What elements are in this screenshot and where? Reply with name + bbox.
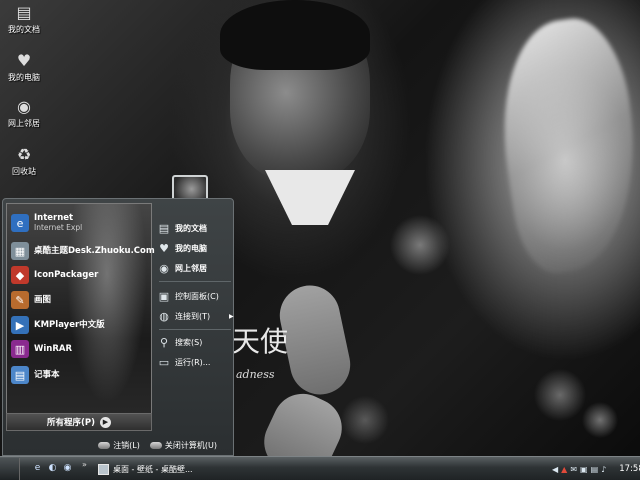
internet-explorer-icon: e (11, 214, 29, 232)
desktop-icon-label: 我的文档 (8, 25, 40, 34)
quick-launch: e ◐ ◉ (32, 462, 73, 473)
menu-item-label: 控制面板(C) (175, 291, 219, 301)
wallpaper-subtext: adness (236, 368, 275, 381)
program-iconpackager[interactable]: ◆ IconPackager (11, 264, 151, 286)
wallpaper-hair (220, 0, 370, 70)
desktop-icon-network[interactable]: ◉ 网上邻居 (0, 96, 48, 138)
run-icon: ▭ (158, 355, 170, 369)
arrow-icon[interactable]: ◀ (552, 464, 558, 474)
program-winrar[interactable]: ▥ WinRAR (11, 338, 151, 360)
documents-icon: ▤ (158, 221, 170, 235)
menu-item-label: 连接到(T) (175, 311, 211, 321)
logoff-label: 注销(L) (113, 440, 140, 450)
desktop-icon-label: 我的电脑 (8, 73, 40, 82)
quick-launch-more-button[interactable]: » (82, 460, 87, 469)
desktop-icon-label: 回收站 (12, 167, 36, 176)
winrar-icon: ▥ (11, 340, 29, 358)
menu-item-my-documents[interactable]: ▤ 我的文档 (157, 219, 235, 237)
program-zhuoku[interactable]: ▦ 桌酷主题Desk.Zhuoku.Com (11, 240, 155, 262)
menu-item-label: 搜索(S) (175, 337, 203, 347)
program-subtitle: Internet Expl (34, 223, 83, 232)
network-icon: ◉ (159, 261, 169, 275)
paint-icon: ✎ (11, 291, 29, 309)
chat-icon[interactable]: ✉ (570, 464, 577, 474)
program-name: Internet (34, 213, 74, 223)
logoff-button[interactable]: 注销(L) (98, 440, 140, 451)
window-icon (98, 463, 109, 475)
power-icon (149, 441, 162, 449)
shield-icon[interactable]: ▲ (561, 464, 567, 474)
start-menu: e Internet Internet Expl ▦ 桌酷主题Desk.Zhuo… (2, 198, 234, 456)
program-name: KMPlayer中文版 (34, 320, 105, 330)
start-menu-places-pane: ▤ 我的文档 ♥ 我的电脑 ◉ 网上邻居 ▣ 控制面板(C) ◍ 连接到(T) … (155, 203, 235, 429)
program-name: 桌酷主题Desk.Zhuoku.Com (34, 246, 155, 256)
menu-item-connect-to[interactable]: ◍ 连接到(T) ▶ (157, 307, 235, 325)
notepad-icon: ▤ (11, 366, 29, 384)
computer-icon: ♥ (16, 50, 32, 70)
menu-item-label: 运行(R)... (175, 357, 211, 367)
arrow-right-icon: ▶ (100, 416, 111, 428)
program-name: 记事本 (34, 370, 60, 380)
menu-item-search[interactable]: ⚲ 搜索(S) (157, 333, 235, 351)
program-notepad[interactable]: ▤ 记事本 (11, 364, 151, 386)
desktop-icon[interactable]: ◐ (47, 462, 58, 473)
control-panel-icon: ▣ (158, 289, 170, 303)
program-name: 画图 (34, 295, 52, 305)
connect-icon: ◍ (159, 309, 169, 323)
system-tray: ◀ ▲ ✉ ▣ ▤ ♪ 17:58 (548, 459, 640, 479)
menu-item-run[interactable]: ▭ 运行(R)... (157, 353, 235, 371)
documents-icon: ▤ (16, 2, 32, 22)
wallpaper-figure (210, 0, 400, 230)
clock[interactable]: 17:58 (619, 464, 640, 474)
menu-separator (159, 281, 231, 282)
wallpaper-head (230, 5, 370, 180)
program-paint[interactable]: ✎ 画图 (11, 289, 151, 311)
volume-icon[interactable]: ▤ (591, 464, 599, 474)
taskbar-window-label: 桌面 - 壁纸 - 桌酷壁... (113, 464, 193, 474)
wallpaper-text: 天使 (232, 325, 289, 358)
iconpackager-icon: ◆ (11, 266, 29, 284)
ie-icon[interactable]: e (32, 462, 43, 473)
menu-separator (159, 329, 231, 330)
menu-item-label: 我的文档 (175, 223, 207, 233)
recycle-bin-icon: ♻ (16, 144, 32, 164)
menu-item-network[interactable]: ◉ 网上邻居 (157, 259, 235, 277)
desktop-icon-my-documents[interactable]: ▤ 我的文档 (0, 2, 48, 44)
network-icon: ◉ (17, 96, 31, 116)
zhuoku-icon: ▦ (11, 242, 29, 260)
shutdown-label: 关闭计算机(U) (164, 440, 217, 450)
network-tray-icon[interactable]: ▣ (580, 464, 588, 474)
desktop-icon-recycle-bin[interactable]: ♻ 回收站 (0, 144, 48, 186)
submenu-arrow-icon: ▶ (229, 312, 234, 320)
wallpaper-wing (488, 12, 640, 278)
computer-icon: ♥ (159, 241, 169, 255)
shutdown-button[interactable]: 关闭计算机(U) (149, 440, 217, 451)
taskbar-window-button[interactable]: 桌面 - 壁纸 - 桌酷壁... (94, 460, 224, 478)
desktop-icon-label: 网上邻居 (8, 119, 40, 128)
menu-item-control-panel[interactable]: ▣ 控制面板(C) (157, 287, 235, 305)
media-icon[interactable]: ◉ (62, 462, 73, 473)
start-menu-footer: 注销(L) 关闭计算机(U) (3, 435, 233, 455)
program-name: WinRAR (34, 344, 73, 354)
program-name: IconPackager (34, 270, 99, 280)
desktop-icon-my-computer[interactable]: ♥ 我的电脑 (0, 50, 48, 92)
start-menu-pinned-pane: e Internet Internet Expl ▦ 桌酷主题Desk.Zhuo… (6, 203, 155, 429)
speaker-icon[interactable]: ♪ (601, 464, 606, 474)
program-internet[interactable]: e Internet Internet Expl (11, 212, 151, 234)
search-icon: ⚲ (159, 335, 169, 349)
wallpaper-collar (265, 170, 355, 225)
taskbar: e ◐ ◉ » 桌面 - 壁纸 - 桌酷壁... ◀ ▲ ✉ ▣ ▤ ♪ 17:… (0, 456, 640, 480)
all-programs-button[interactable]: 所有程序(P) ▶ (6, 413, 152, 431)
program-kmplayer[interactable]: ▶ KMPlayer中文版 (11, 314, 151, 336)
menu-item-label: 网上邻居 (175, 263, 207, 273)
logoff-icon (98, 441, 111, 449)
all-programs-label: 所有程序(P) (47, 418, 95, 428)
menu-item-my-computer[interactable]: ♥ 我的电脑 (157, 239, 235, 257)
menu-item-label: 我的电脑 (175, 243, 207, 253)
kmplayer-icon: ▶ (11, 316, 29, 334)
start-button[interactable] (0, 458, 20, 480)
